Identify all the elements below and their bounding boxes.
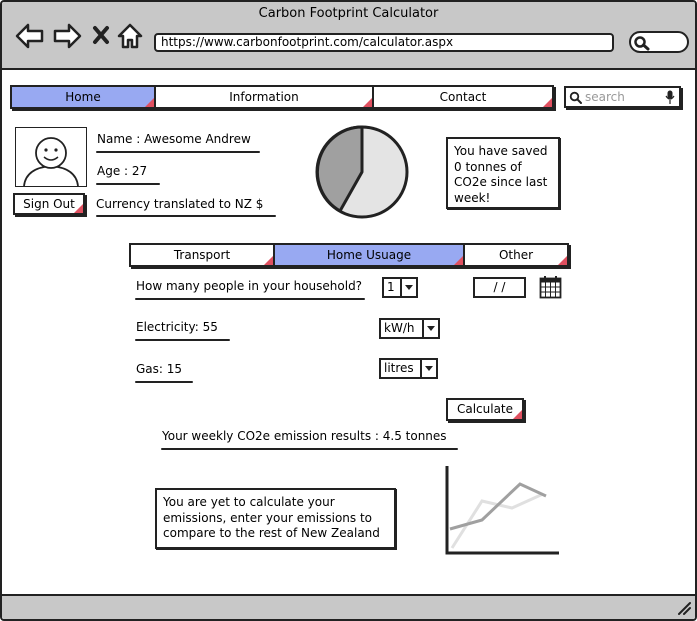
chart-axes: [445, 466, 559, 555]
corner-marker-icon: [543, 98, 552, 107]
electricity-unit-select[interactable]: kW/h: [379, 318, 440, 339]
status-bar: [2, 594, 695, 619]
profile-name: Name : Awesome Andrew: [97, 132, 251, 146]
resize-grip-icon[interactable]: [677, 601, 691, 615]
savings-line: CO2e since last: [454, 175, 548, 189]
household-question: How many people in your household?: [136, 279, 363, 293]
chevron-down-icon: [422, 320, 438, 337]
weekly-results: Your weekly CO2e emission results : 4.5 …: [162, 429, 447, 443]
sign-out-label: Sign Out: [23, 197, 75, 211]
results-message: You are yet to calculate your emissions,…: [155, 488, 396, 549]
underline: [96, 183, 160, 185]
tab-transport-label: Transport: [173, 248, 231, 262]
tab-information-label: Information: [229, 90, 299, 104]
chart-series-dark: [449, 482, 547, 531]
browser-window: Carbon Footprint Calculator https://www.…: [0, 0, 697, 621]
comparison-line-chart: [445, 466, 559, 555]
user-avatar-icon: [23, 137, 79, 187]
window-title: Carbon Footprint Calculator: [258, 6, 439, 21]
tab-contact-label: Contact: [439, 90, 487, 104]
sign-out-button[interactable]: Sign Out: [13, 193, 85, 215]
microphone-icon[interactable]: [665, 90, 675, 105]
household-value: 1: [387, 280, 395, 294]
tab-contact[interactable]: Contact: [374, 85, 554, 109]
tab-information[interactable]: Information: [156, 85, 374, 109]
corner-marker-icon: [454, 256, 463, 265]
calculate-label: Calculate: [456, 402, 514, 416]
browser-titlebar: Carbon Footprint Calculator https://www.…: [2, 2, 695, 70]
corner-marker-icon: [74, 204, 83, 213]
savings-line: 0 tonnes of: [454, 159, 522, 174]
underline: [135, 339, 230, 341]
site-search-input[interactable]: search: [564, 86, 681, 108]
search-icon: [634, 36, 650, 51]
calendar-icon[interactable]: [539, 275, 562, 299]
gas-unit-select[interactable]: litres: [379, 358, 438, 379]
underline: [161, 448, 458, 450]
savings-note: You have saved 0 tonnes of CO2e since la…: [446, 137, 560, 209]
tab-home-usage[interactable]: Home Usuage: [275, 243, 465, 267]
gas-unit-value: litres: [384, 361, 414, 375]
gas-label: Gas: 15: [136, 362, 183, 376]
corner-marker-icon: [145, 98, 154, 107]
profile-age: Age : 27: [97, 164, 148, 178]
date-input[interactable]: / /: [473, 277, 526, 298]
forward-icon[interactable]: [52, 22, 82, 50]
tab-other[interactable]: Other: [465, 243, 569, 267]
chart-series-light: [450, 492, 544, 549]
chevron-down-icon: [420, 360, 436, 377]
avatar: [15, 127, 87, 187]
tab-home-label: Home: [65, 90, 101, 104]
tab-other-label: Other: [498, 248, 534, 262]
corner-marker-icon: [513, 410, 522, 419]
search-icon: [569, 91, 582, 104]
home-icon[interactable]: [117, 22, 143, 50]
main-nav: Home Information Contact: [10, 85, 554, 109]
currency-label: Currency translated to NZ $: [96, 197, 264, 211]
address-bar[interactable]: https://www.carbonfootprint.com/calculat…: [154, 33, 614, 52]
savings-line: week!: [454, 190, 491, 205]
browser-search-box[interactable]: [629, 31, 689, 53]
underline: [96, 215, 276, 217]
electricity-label: Electricity: 55: [136, 320, 218, 334]
savings-line: You have saved: [454, 144, 548, 158]
message-line: You are yet to calculate your: [163, 495, 335, 509]
message-line: emissions, enter your emissions to: [163, 510, 372, 525]
close-icon[interactable]: [92, 25, 110, 45]
date-value: / /: [493, 280, 506, 294]
message-line: compare to the rest of New Zealand: [163, 526, 380, 540]
tab-home[interactable]: Home: [10, 85, 156, 109]
underline: [135, 298, 365, 300]
underline: [135, 381, 193, 383]
back-icon[interactable]: [15, 22, 45, 50]
corner-marker-icon: [264, 256, 273, 265]
usage-tabs: Transport Home Usuage Other: [129, 243, 569, 267]
corner-marker-icon: [363, 98, 372, 107]
household-select[interactable]: 1: [382, 277, 418, 298]
corner-marker-icon: [558, 256, 567, 265]
tab-transport[interactable]: Transport: [129, 243, 275, 267]
electricity-unit-value: kW/h: [384, 321, 415, 335]
tab-home-usage-label: Home Usuage: [326, 248, 412, 262]
chevron-down-icon: [400, 279, 416, 296]
savings-pie-chart: [315, 125, 409, 219]
underline: [96, 151, 260, 153]
calculate-button[interactable]: Calculate: [446, 398, 524, 421]
search-placeholder: search: [585, 90, 625, 104]
